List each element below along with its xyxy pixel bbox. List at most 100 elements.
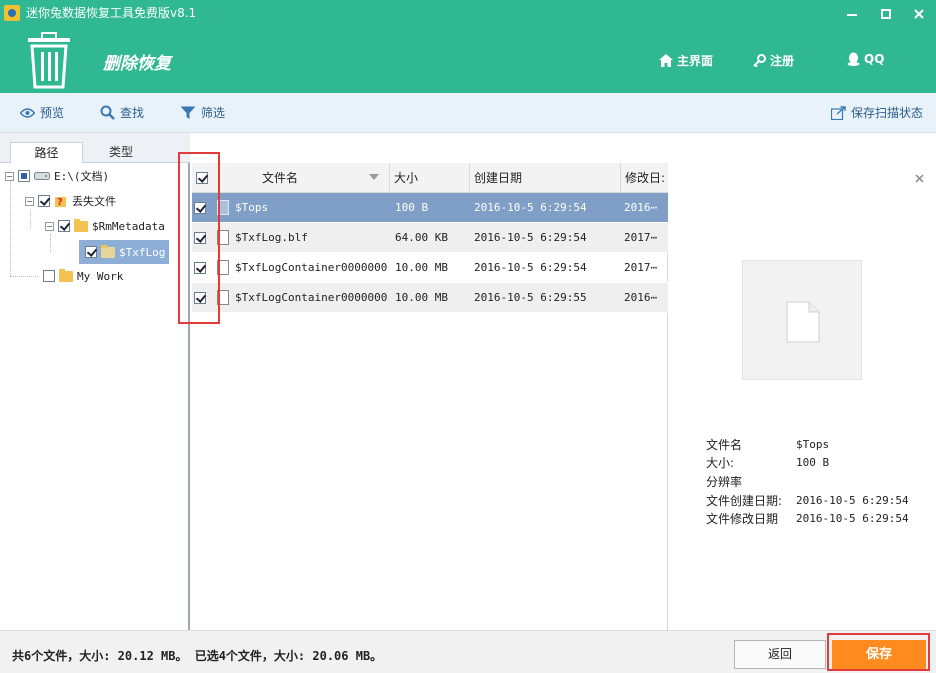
collapse-toggle[interactable]: − <box>5 171 14 181</box>
close-button[interactable] <box>905 2 933 26</box>
tree-line <box>30 209 31 228</box>
highlight-box-checkboxes <box>178 152 220 324</box>
file-created: 2016-10-5 6:29:54 <box>474 201 587 214</box>
minimize-button[interactable] <box>838 2 866 26</box>
table-row[interactable]: $TxfLogContainer0000000⋯ 10.00 MB 2016-1… <box>192 283 668 313</box>
trash-icon <box>28 32 70 89</box>
tree-label: My Work <box>77 269 124 283</box>
folder-icon <box>74 218 88 232</box>
drive-icon <box>34 172 50 180</box>
preview-panel: 文件名 $Tops 大小: 100 B 分辨率 文件创建日期: 2016-10-… <box>668 163 936 630</box>
tree-label: E:\(文档) <box>54 170 110 183</box>
tree-checkbox[interactable] <box>58 220 70 232</box>
app-logo-icon <box>4 5 20 21</box>
file-name: $Tops <box>235 201 269 214</box>
filter-icon <box>180 106 196 119</box>
maximize-button[interactable] <box>872 2 900 26</box>
minimize-icon <box>847 13 857 16</box>
column-header-name[interactable]: 文件名 <box>220 163 390 193</box>
file-name: $TxfLog.blf <box>235 231 308 244</box>
folder-tree: − E:\(文档) − ? 丢失文件 − $RmMetadata $TxfLog… <box>0 163 190 630</box>
eye-icon <box>20 107 35 118</box>
status-text: 共6个文件，大小: 20.12 MB。 已选4个文件，大小: 20.06 MB。 <box>12 649 383 663</box>
file-name: $TxfLogContainer0000000⋯ <box>235 261 387 274</box>
tree-checkbox[interactable] <box>18 170 30 182</box>
preview-close-button[interactable] <box>915 171 924 187</box>
file-name: $TxfLogContainer0000000⋯ <box>235 291 387 304</box>
column-header-created[interactable]: 创建日期 <box>470 163 621 193</box>
info-value-size: 100 B <box>796 456 830 469</box>
tree-label: 丢失文件 <box>72 195 116 208</box>
app-window: 迷你兔数据恢复工具免费版v8.1 删除恢复 主界面 注册 QQ 预览 查找 筛选… <box>0 0 936 673</box>
preview-label: 预览 <box>40 106 65 120</box>
tree-label: $RmMetadata <box>92 219 165 233</box>
collapse-toggle[interactable]: − <box>25 196 34 206</box>
info-value-created: 2016-10-5 6:29:54 <box>796 494 909 507</box>
tree-node-drive-e[interactable]: − E:\(文档) <box>5 166 109 186</box>
tree-checkbox[interactable] <box>38 195 50 207</box>
nav-qq-button[interactable]: QQ <box>847 52 884 66</box>
close-icon <box>914 9 924 19</box>
lost-files-icon: ? <box>55 197 66 208</box>
tree-line <box>10 276 38 277</box>
export-icon <box>831 105 846 120</box>
info-label-name: 文件名 <box>706 438 743 452</box>
maximize-icon <box>881 9 891 19</box>
nav-register-label: 注册 <box>770 54 795 68</box>
nav-home-label: 主界面 <box>677 54 714 68</box>
file-created: 2016-10-5 6:29:55 <box>474 291 587 304</box>
header-bar: 迷你兔数据恢复工具免费版v8.1 删除恢复 主界面 注册 QQ <box>0 0 936 93</box>
save-scan-state-label: 保存扫描状态 <box>851 106 924 120</box>
tree-node-rmmetadata[interactable]: − $RmMetadata <box>45 216 165 236</box>
document-icon <box>786 301 820 343</box>
table-row[interactable]: $TxfLog.blf 64.00 KB 2016-10-5 6:29:54 2… <box>192 223 668 253</box>
section-title: 删除恢复 <box>103 54 171 74</box>
file-size: 10.00 MB <box>395 291 448 304</box>
home-icon <box>659 54 673 67</box>
tree-node-my-work[interactable]: My Work <box>43 266 123 286</box>
tree-checkbox[interactable] <box>43 270 55 282</box>
collapse-toggle[interactable]: − <box>45 221 54 231</box>
preview-button[interactable]: 预览 <box>20 104 64 121</box>
file-created: 2016-10-5 6:29:54 <box>474 231 587 244</box>
back-button[interactable]: 返回 <box>734 640 826 669</box>
file-modified: 2016⋯ <box>624 201 658 214</box>
qq-penguin-icon <box>847 52 860 66</box>
tree-line <box>50 234 51 252</box>
nav-register-button[interactable]: 注册 <box>753 52 794 69</box>
save-scan-state-button[interactable]: 保存扫描状态 <box>831 104 923 121</box>
column-header-name-label: 文件名 <box>262 171 299 185</box>
info-label-modified: 文件修改日期 <box>706 512 779 526</box>
table-row[interactable]: $Tops 100 B 2016-10-5 6:29:54 2016⋯ <box>192 193 668 223</box>
key-icon <box>753 54 766 67</box>
column-header-size[interactable]: 大小 <box>390 163 470 193</box>
tree-node-txflog[interactable]: $TxfLog <box>79 240 170 264</box>
info-label-created: 文件创建日期: <box>706 494 783 508</box>
file-list-panel: 文件名 大小 创建日期 修改日: $Tops 100 B 2016-10-5 6… <box>192 163 668 630</box>
file-modified: 2017⋯ <box>624 261 658 274</box>
column-header-modified[interactable]: 修改日: <box>621 163 668 193</box>
tab-type[interactable]: 类型 <box>88 142 154 164</box>
search-button[interactable]: 查找 <box>100 104 144 121</box>
tree-line <box>10 179 11 276</box>
status-bar: 共6个文件，大小: 20.12 MB。 已选4个文件，大小: 20.06 MB。… <box>0 630 936 673</box>
table-row[interactable]: $TxfLogContainer0000000⋯ 10.00 MB 2016-1… <box>192 253 668 283</box>
tree-checkbox[interactable] <box>85 246 97 258</box>
file-modified: 2016⋯ <box>624 291 658 304</box>
info-label-size: 大小: <box>706 456 735 470</box>
sort-down-icon <box>369 174 379 180</box>
info-value-name: $Tops <box>796 438 830 451</box>
file-size: 100 B <box>395 201 429 214</box>
preview-thumbnail <box>742 260 862 380</box>
search-label: 查找 <box>120 106 145 120</box>
svg-text:?: ? <box>57 197 63 208</box>
tab-path[interactable]: 路径 <box>10 142 83 164</box>
table-header: 文件名 大小 创建日期 修改日: <box>192 163 668 193</box>
file-size: 10.00 MB <box>395 261 448 274</box>
nav-home-button[interactable]: 主界面 <box>659 52 713 69</box>
file-created: 2016-10-5 6:29:54 <box>474 261 587 274</box>
toolbar: 预览 查找 筛选 保存扫描状态 <box>0 93 936 133</box>
info-label-resolution: 分辨率 <box>706 475 743 489</box>
tree-node-lost-files[interactable]: − ? 丢失文件 <box>25 191 116 211</box>
filter-button[interactable]: 筛选 <box>180 104 225 121</box>
